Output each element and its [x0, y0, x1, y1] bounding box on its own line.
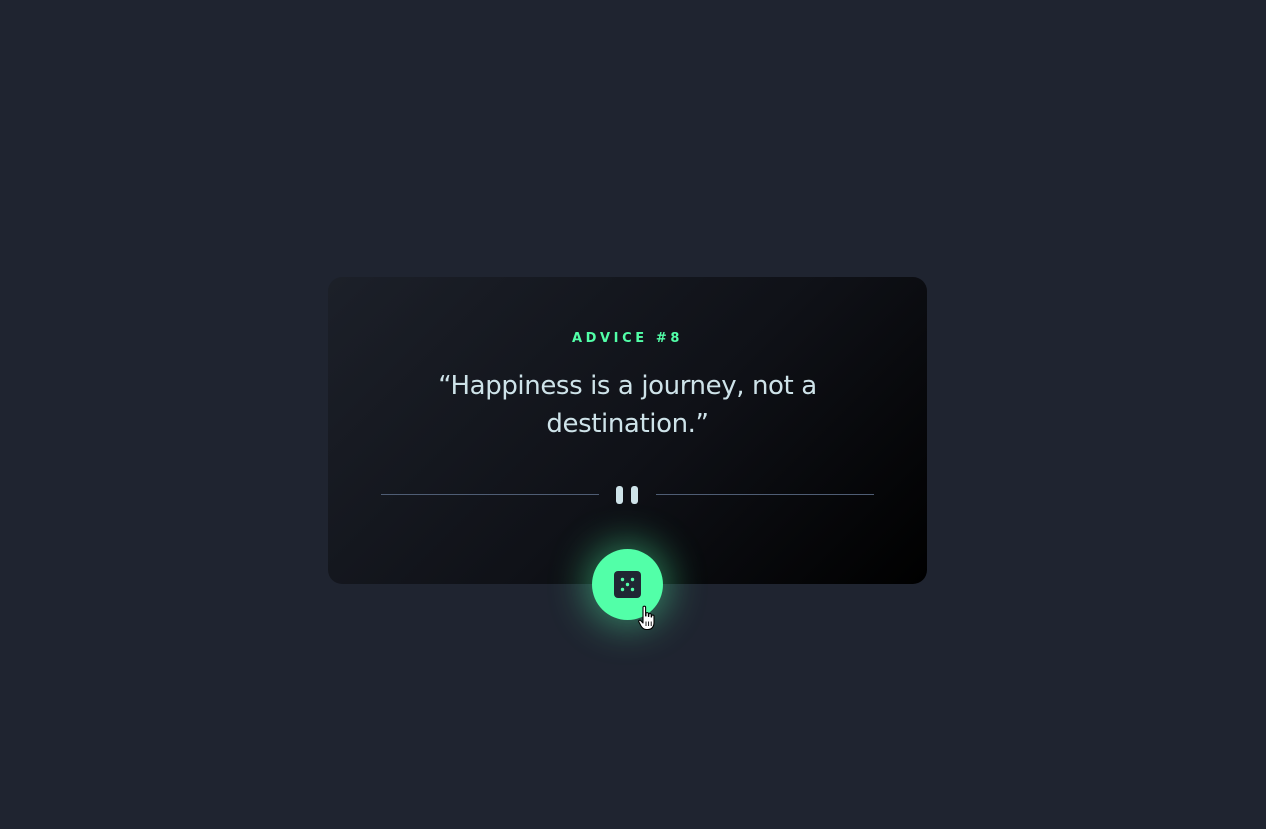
advice-number-label: ADVICE #8: [571, 331, 684, 346]
hand-pointer-cursor-icon: [638, 605, 655, 631]
advice-quote: “Happiness is a journey, not a destinati…: [438, 371, 817, 439]
dice-icon: [614, 571, 641, 598]
divider: [381, 485, 874, 505]
advice-card: ADVICE #8 “Happiness is a journey, not a…: [328, 277, 927, 584]
divider-line-left: [381, 494, 599, 495]
page: ADVICE #8 “Happiness is a journey, not a…: [0, 0, 1266, 829]
pause-icon: [616, 486, 642, 504]
divider-line-right: [656, 494, 874, 495]
